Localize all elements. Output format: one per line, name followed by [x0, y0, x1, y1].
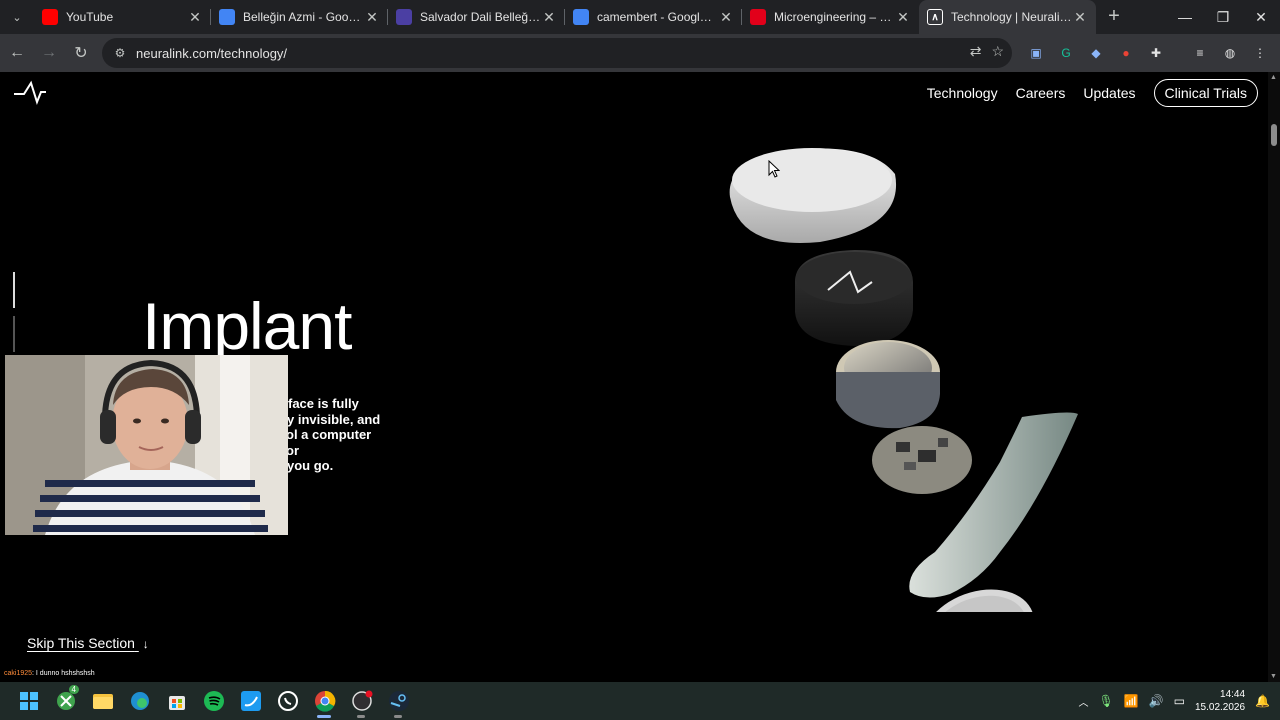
- skip-section-link[interactable]: Skip This Section ↓: [27, 635, 149, 651]
- browser-toolbar: ← → ↻ ⚙ neuralink.com/technology/ ⇄ ☆ ▣ …: [0, 34, 1280, 72]
- tab-close-icon[interactable]: ✕: [895, 9, 911, 26]
- tab-close-icon[interactable]: ✕: [187, 9, 203, 26]
- scrollbar-thumb[interactable]: [1271, 124, 1277, 146]
- chat-text: : I dunno hshshshsh: [32, 670, 95, 677]
- tab-title: camembert - Google'da Ara: [597, 10, 718, 24]
- profile-avatar-icon[interactable]: ◍: [1218, 38, 1242, 68]
- nav-technology[interactable]: Technology: [927, 85, 998, 101]
- obs-icon[interactable]: [343, 682, 380, 720]
- xbox-icon[interactable]: 4: [47, 682, 84, 720]
- page-scrollbar[interactable]: ▲ ▼: [1268, 72, 1280, 682]
- wifi-icon[interactable]: 📶: [1124, 694, 1139, 708]
- forward-icon[interactable]: →: [34, 38, 64, 68]
- arrow-down-icon: ↓: [142, 637, 149, 651]
- stop-extension-icon[interactable]: ●: [1114, 38, 1138, 68]
- volume-icon[interactable]: 🔊: [1149, 694, 1164, 708]
- google-icon: [219, 9, 235, 25]
- streamer-webcam-image: [5, 355, 288, 535]
- extension-icon[interactable]: ◆: [1084, 38, 1108, 68]
- skip-section-label: Skip This Section: [27, 635, 135, 651]
- tab-close-icon[interactable]: ✕: [718, 9, 734, 26]
- new-tab-button[interactable]: +: [1100, 3, 1128, 31]
- youtube-icon: [42, 9, 58, 25]
- scroll-down-icon[interactable]: ▼: [1270, 673, 1277, 680]
- whatsapp-icon[interactable]: [269, 682, 306, 720]
- translate-icon[interactable]: ⇄: [970, 43, 982, 60]
- spotify-icon[interactable]: [195, 682, 232, 720]
- section-indicator-active[interactable]: [13, 272, 15, 308]
- xbox-badge: 4: [68, 685, 79, 694]
- close-window-icon[interactable]: ✕: [1242, 0, 1280, 34]
- windows-taskbar: 4 ︿ 🎙 📶 🔊 ▭ 14:44 15.02.2026 �: [0, 682, 1280, 720]
- nav-updates[interactable]: Updates: [1083, 85, 1135, 101]
- tab-strip: ⌄ YouTube✕Belleğin Azmi - Google'da Ara✕…: [0, 0, 1280, 34]
- clock[interactable]: 14:44 15.02.2026: [1195, 688, 1245, 714]
- browser-tab[interactable]: Salvador Dali Belleğin Azmi✕: [388, 0, 565, 34]
- clock-time: 14:44: [1220, 689, 1246, 700]
- running-app-indicator: [357, 715, 365, 718]
- google-icon: [573, 9, 589, 25]
- webcam-overlay: [5, 355, 288, 535]
- bookmark-star-icon[interactable]: ☆: [991, 43, 1004, 60]
- tab-search-icon[interactable]: ⌄: [0, 0, 34, 34]
- browser-tab[interactable]: ∧ Technology | Neuralink ✕: [919, 0, 1096, 34]
- browser-tab[interactable]: YouTube ✕: [34, 0, 211, 34]
- system-tray: ︿ 🎙 📶 🔊 ▭ 14:44 15.02.2026 🔔: [1079, 682, 1271, 720]
- mouse-cursor-icon: [768, 160, 780, 178]
- running-app-indicator: [394, 715, 402, 718]
- tab-title: Technology | Neuralink: [951, 10, 1072, 24]
- tab-close-icon[interactable]: ✕: [1072, 9, 1088, 26]
- clock-date: 15.02.2026: [1194, 702, 1246, 713]
- stream-chat-message: caki1925: I dunno hshshshsh: [4, 670, 95, 677]
- chat-username: caki1925: [4, 670, 33, 677]
- extensions-puzzle-icon[interactable]: ✚: [1144, 38, 1168, 68]
- chevron-up-icon[interactable]: ︿: [1079, 694, 1089, 709]
- url-text[interactable]: neuralink.com/technology/: [136, 46, 287, 61]
- hero-title: Implant: [142, 289, 352, 363]
- extensions-area: ▣ G ◆ ● ✚ ≡ ◍ ⋮: [1024, 38, 1272, 68]
- minimize-icon[interactable]: —: [1166, 0, 1204, 34]
- active-app-indicator: [317, 715, 331, 718]
- windows-start-icon[interactable]: [10, 682, 47, 720]
- twitter-icon[interactable]: [232, 682, 269, 720]
- tab-close-icon[interactable]: ✕: [364, 9, 380, 26]
- battery-icon[interactable]: ▭: [1174, 694, 1185, 708]
- steam-icon[interactable]: [380, 682, 417, 720]
- microphone-icon[interactable]: 🎙: [1099, 694, 1114, 708]
- neuralink-icon: ∧: [927, 9, 943, 25]
- notification-bell-icon[interactable]: 🔔: [1255, 694, 1270, 708]
- browser-tab[interactable]: camembert - Google'da Ara✕: [565, 0, 742, 34]
- file-explorer-icon[interactable]: [84, 682, 121, 720]
- store-icon[interactable]: [158, 682, 195, 720]
- tab-title: Belleğin Azmi - Google'da Ara: [243, 10, 364, 24]
- site-info-icon[interactable]: ⚙: [108, 46, 132, 60]
- tab-title: Microengineering – Master: [774, 10, 895, 24]
- restore-icon[interactable]: ❐: [1204, 0, 1242, 34]
- edge-icon[interactable]: [121, 682, 158, 720]
- tab-close-icon[interactable]: ✕: [541, 9, 557, 26]
- clinical-trials-button[interactable]: Clinical Trials: [1153, 79, 1258, 107]
- address-bar[interactable]: ⚙ neuralink.com/technology/ ⇄ ☆: [102, 38, 1012, 68]
- window-controls: — ❐ ✕: [1166, 0, 1280, 34]
- chrome-icon[interactable]: [306, 682, 343, 720]
- implant-exploded-illustration: [729, 148, 1078, 612]
- grammarly-icon[interactable]: G: [1054, 38, 1078, 68]
- scroll-up-icon[interactable]: ▲: [1270, 74, 1277, 81]
- nav-careers[interactable]: Careers: [1016, 85, 1066, 101]
- tab-title: Salvador Dali Belleğin Azmi: [420, 10, 541, 24]
- neuralink-logo-icon[interactable]: [12, 80, 48, 106]
- site-navigation: Technology Careers Updates Clinical Tria…: [927, 79, 1258, 107]
- reload-icon[interactable]: ↻: [66, 38, 96, 68]
- tab-title: YouTube: [66, 10, 114, 24]
- media-controls-icon[interactable]: ≡: [1188, 38, 1212, 68]
- browser-tab[interactable]: Belleğin Azmi - Google'da Ara✕: [211, 0, 388, 34]
- back-icon[interactable]: ←: [2, 38, 32, 68]
- epfl-icon: [750, 9, 766, 25]
- site-icon: [396, 9, 412, 25]
- section-indicator[interactable]: [13, 316, 15, 352]
- chrome-menu-icon[interactable]: ⋮: [1248, 38, 1272, 68]
- translate-extension-icon[interactable]: ▣: [1024, 38, 1048, 68]
- browser-tab[interactable]: Microengineering – Master✕: [742, 0, 919, 34]
